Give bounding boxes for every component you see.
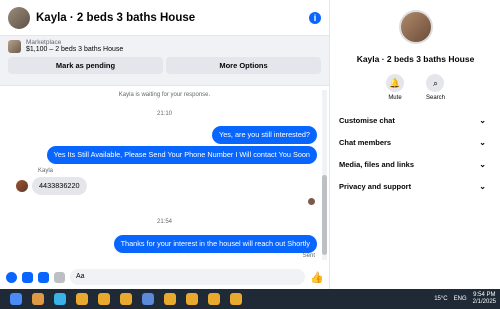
marketplace-banner: Marketplace $1,100 – 2 beds 3 baths Hous… — [0, 36, 329, 86]
listing-thumbnail[interactable] — [8, 39, 21, 53]
bell-icon: 🔔 — [385, 74, 404, 92]
like-icon[interactable]: 👍 — [310, 271, 324, 284]
message-input[interactable]: Aa — [70, 269, 306, 285]
clock[interactable]: 9:54 PM 2/1/2025 — [473, 292, 496, 306]
chrome-icon[interactable] — [76, 293, 88, 305]
mark-as-pending-button[interactable]: Mark as pending — [8, 57, 163, 74]
listing-title[interactable]: $1,100 – 2 beds 3 baths House — [26, 46, 123, 53]
row-label: Privacy and support — [339, 181, 412, 191]
plus-icon[interactable] — [6, 271, 17, 283]
chevron-down-icon: ⌄ — [479, 115, 486, 125]
row-label: Customise chat — [339, 115, 395, 125]
mute-label: Mute — [388, 95, 402, 101]
conversation-sidebar: Kayla · 2 beds 3 baths House 🔔 Mute ⌕ Se… — [331, 0, 500, 289]
system-tray: 15°C ENG 9:54 PM 2/1/2025 — [434, 292, 500, 306]
chrome-icon[interactable] — [120, 293, 132, 305]
sender-name: Kayla — [38, 168, 54, 174]
language-indicator[interactable]: ENG — [454, 296, 467, 302]
sticker-icon[interactable] — [38, 271, 49, 283]
gallery-icon[interactable] — [22, 271, 33, 283]
row-label: Chat members — [339, 137, 392, 147]
clock-time: 9:54 PM — [473, 292, 496, 298]
search-button[interactable]: ⌕ Search — [426, 74, 445, 101]
info-icon[interactable]: i — [309, 11, 321, 24]
message-status: Sent — [302, 253, 315, 259]
chevron-down-icon: ⌄ — [479, 159, 486, 169]
chrome-icon[interactable] — [164, 293, 176, 305]
chrome-icon[interactable] — [230, 293, 242, 305]
taskbar: 15°C ENG 9:54 PM 2/1/2025 — [0, 289, 500, 309]
contact-avatar[interactable] — [8, 6, 30, 29]
chat-title[interactable]: Kayla · 2 beds 3 baths House — [36, 12, 309, 24]
media-files-row[interactable]: Media, files and links ⌄ — [331, 153, 500, 175]
privacy-support-row[interactable]: Privacy and support ⌄ — [331, 175, 500, 197]
marketplace-label: Marketplace — [26, 39, 62, 46]
waiting-notice: Kayla is waiting for your response. — [118, 92, 211, 98]
search-label: Search — [425, 95, 445, 101]
gif-icon[interactable] — [54, 271, 65, 283]
chrome-icon[interactable] — [186, 293, 198, 305]
chevron-down-icon: ⌄ — [479, 137, 486, 147]
more-options-button[interactable]: More Options — [166, 57, 321, 74]
chrome-icon[interactable] — [208, 293, 220, 305]
chat-header: Kayla · 2 beds 3 baths House i — [0, 0, 329, 36]
chat-members-row[interactable]: Chat members ⌄ — [331, 131, 500, 153]
sender-avatar[interactable] — [16, 180, 28, 192]
outgoing-message[interactable]: Thanks for your interest in the housel w… — [113, 235, 317, 253]
row-label: Media, files and links — [339, 159, 415, 169]
composer: Aa 👍 — [0, 265, 330, 289]
edge-icon[interactable] — [54, 293, 66, 305]
windows-start-icon[interactable] — [10, 293, 22, 305]
profile-avatar[interactable] — [398, 10, 433, 44]
timestamp: 21:10 — [156, 111, 172, 117]
seen-avatar — [308, 198, 315, 205]
outgoing-message[interactable]: Yes Its Still Available, Please Send You… — [46, 146, 317, 164]
timestamp: 21:54 — [156, 219, 172, 225]
weather-temp[interactable]: 15°C — [434, 296, 447, 302]
scrollbar-thumb[interactable] — [322, 175, 327, 255]
mute-button[interactable]: 🔔 Mute — [385, 74, 404, 101]
settings-list: Customise chat ⌄ Chat members ⌄ Media, fil… — [331, 109, 500, 197]
chat-panel: Kayla · 2 beds 3 baths House i Marketpla… — [0, 0, 330, 289]
app-icon[interactable] — [142, 293, 154, 305]
incoming-message[interactable]: 4433836220 — [32, 177, 87, 195]
search-icon: ⌕ — [426, 74, 445, 92]
message-list: Kayla is waiting for your response. 21:1… — [8, 88, 321, 263]
file-explorer-icon[interactable] — [32, 293, 44, 305]
customise-chat-row[interactable]: Customise chat ⌄ — [331, 109, 500, 131]
clock-date: 2/1/2025 — [472, 299, 496, 305]
outgoing-message[interactable]: Yes, are you still interested? — [212, 126, 317, 144]
profile-name: Kayla · 2 beds 3 baths House — [356, 54, 475, 64]
chevron-down-icon: ⌄ — [479, 181, 486, 191]
chrome-icon[interactable] — [98, 293, 110, 305]
